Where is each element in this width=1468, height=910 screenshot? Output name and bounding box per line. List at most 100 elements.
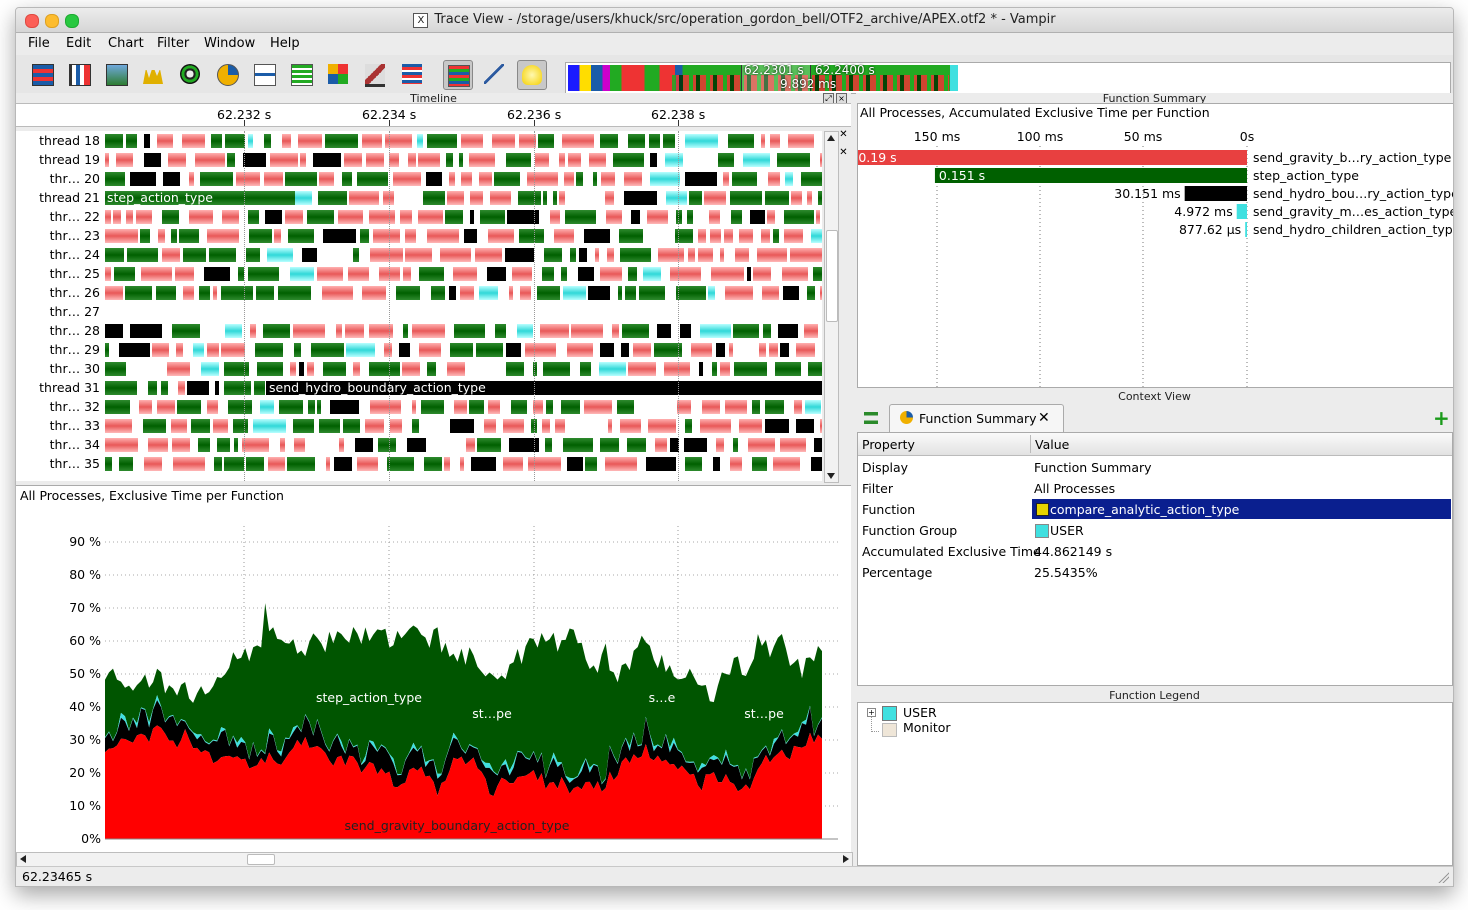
function-segment[interactable]	[143, 419, 166, 433]
function-segment[interactable]	[600, 438, 619, 452]
function-bar-name[interactable]: send_gravity_m…es_action_type	[1253, 204, 1453, 219]
function-segment[interactable]	[685, 419, 692, 433]
function-segment[interactable]	[600, 134, 618, 148]
pin-icon[interactable]	[480, 60, 508, 88]
function-segment[interactable]	[136, 210, 152, 224]
function-segment[interactable]	[345, 324, 364, 338]
function-segment[interactable]	[431, 286, 445, 300]
expand-icon[interactable]: +	[867, 708, 876, 717]
function-segment[interactable]	[162, 210, 179, 224]
function-segment[interactable]	[805, 400, 821, 414]
function-segment[interactable]	[412, 419, 419, 433]
function-segment[interactable]	[584, 400, 612, 414]
function-segment[interactable]	[807, 191, 812, 205]
function-segment[interactable]	[733, 438, 738, 452]
function-segment[interactable]	[348, 267, 369, 281]
menu-filter[interactable]: Filter	[157, 36, 189, 51]
function-segment[interactable]	[105, 381, 137, 395]
function-segment[interactable]	[307, 438, 334, 452]
function-segment[interactable]	[349, 191, 379, 205]
function-segment[interactable]	[480, 210, 505, 224]
function-segment[interactable]	[215, 381, 219, 395]
process-summary-icon[interactable]	[213, 60, 241, 88]
function-segment[interactable]	[628, 134, 645, 148]
function-bar-name[interactable]: step_action_type	[1253, 168, 1359, 183]
function-segment[interactable]	[460, 286, 474, 300]
function-segment[interactable]	[449, 286, 456, 300]
function-segment[interactable]	[270, 153, 298, 167]
function-segment[interactable]	[427, 362, 436, 376]
context-row-percentage[interactable]: Percentage 25.5435%	[858, 562, 1452, 583]
function-segment[interactable]	[691, 153, 708, 167]
function-segment[interactable]	[353, 248, 359, 262]
function-segment[interactable]	[570, 248, 576, 262]
function-segment[interactable]	[528, 457, 561, 471]
function-segment[interactable]	[279, 400, 303, 414]
function-segment[interactable]	[405, 229, 416, 243]
function-segment[interactable]	[544, 248, 562, 262]
function-segment[interactable]	[599, 362, 626, 376]
function-segment[interactable]	[512, 267, 532, 281]
function-segment[interactable]	[670, 267, 701, 281]
function-segment[interactable]	[246, 248, 260, 262]
function-segment[interactable]	[506, 362, 524, 376]
function-segment[interactable]	[710, 229, 721, 243]
function-segment[interactable]	[631, 210, 640, 224]
function-segment[interactable]	[105, 400, 130, 414]
context-row-function[interactable]: Function compare_analytic_action_type	[858, 499, 1452, 520]
context-row-function-group[interactable]: Function Group USER	[858, 520, 1452, 541]
function-segment[interactable]	[811, 229, 822, 243]
function-segment[interactable]	[579, 248, 587, 262]
function-segment[interactable]	[384, 343, 392, 357]
function-segment[interactable]	[221, 343, 245, 357]
function-segment[interactable]	[288, 229, 314, 243]
function-segment[interactable]	[720, 248, 724, 262]
panel-close-icon[interactable]: ✕	[839, 130, 848, 140]
function-segment[interactable]	[193, 343, 204, 357]
function-segment[interactable]	[274, 229, 281, 243]
function-segment[interactable]	[777, 153, 810, 167]
function-segment[interactable]	[366, 153, 384, 167]
function-segment[interactable]	[620, 419, 641, 433]
function-segment[interactable]	[139, 400, 152, 414]
function-segment[interactable]	[732, 172, 757, 186]
function-segment[interactable]	[105, 419, 132, 433]
function-segment[interactable]	[808, 362, 822, 376]
function-segment[interactable]	[571, 191, 595, 205]
function-segment[interactable]	[213, 286, 217, 300]
function-segment[interactable]	[633, 343, 651, 357]
function-segment[interactable]	[211, 134, 222, 148]
function-segment[interactable]	[628, 267, 637, 281]
function-segment[interactable]	[172, 438, 190, 452]
function-segment[interactable]	[408, 153, 416, 167]
function-segment[interactable]	[323, 229, 356, 243]
thread-label[interactable]: thr… 26	[16, 285, 100, 300]
function-segment[interactable]	[578, 267, 594, 281]
function-segment[interactable]	[545, 438, 552, 452]
function-segment[interactable]	[227, 153, 235, 167]
function-segment[interactable]	[733, 324, 759, 338]
function-segment[interactable]	[607, 248, 614, 262]
function-segment[interactable]	[546, 400, 553, 414]
function-segment[interactable]	[736, 343, 755, 357]
function-segment[interactable]	[338, 210, 363, 224]
function-segment[interactable]	[461, 134, 483, 148]
function-segment[interactable]	[357, 457, 378, 471]
filter-icon[interactable]	[443, 60, 473, 90]
function-segment[interactable]	[399, 191, 413, 205]
function-segment[interactable]	[336, 324, 342, 338]
function-segment[interactable]	[624, 191, 657, 205]
function-segment[interactable]	[140, 229, 150, 243]
function-segment[interactable]	[176, 343, 183, 357]
process-timeline-icon[interactable]	[65, 60, 93, 88]
function-segment[interactable]	[796, 343, 815, 357]
scroll-right-icon[interactable]	[843, 855, 849, 863]
function-segment[interactable]	[317, 267, 343, 281]
function-segment[interactable]	[790, 248, 822, 262]
function-segment[interactable]	[685, 172, 717, 186]
function-segment[interactable]	[263, 324, 290, 338]
function-segment[interactable]	[426, 172, 442, 186]
function-segment[interactable]	[221, 286, 253, 300]
function-segment[interactable]	[248, 267, 279, 281]
function-segment[interactable]	[126, 134, 137, 148]
